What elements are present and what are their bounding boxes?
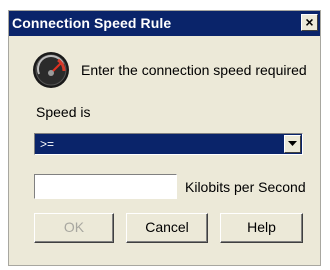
ok-button[interactable]: OK xyxy=(34,213,114,243)
title-bar[interactable]: Connection Speed Rule × xyxy=(9,11,320,36)
dropdown-button[interactable] xyxy=(284,135,301,153)
speed-value-input[interactable] xyxy=(34,174,177,199)
selected-comparison: >= xyxy=(40,137,55,151)
speed-comparison-select[interactable]: >= xyxy=(34,133,303,155)
close-icon: × xyxy=(305,14,314,30)
connection-speed-dialog: Connection Speed Rule × Enter the connec… xyxy=(8,10,321,266)
instruction-text: Enter the connection speed required xyxy=(81,62,307,78)
help-button[interactable]: Help xyxy=(220,213,303,243)
speed-is-label: Speed is xyxy=(36,104,91,120)
speedometer-icon xyxy=(33,52,69,88)
dialog-title: Connection Speed Rule xyxy=(12,15,172,31)
cancel-button[interactable]: Cancel xyxy=(126,213,208,243)
chevron-down-icon xyxy=(288,141,297,146)
close-button[interactable]: × xyxy=(301,14,318,31)
unit-label: Kilobits per Second xyxy=(185,179,306,195)
